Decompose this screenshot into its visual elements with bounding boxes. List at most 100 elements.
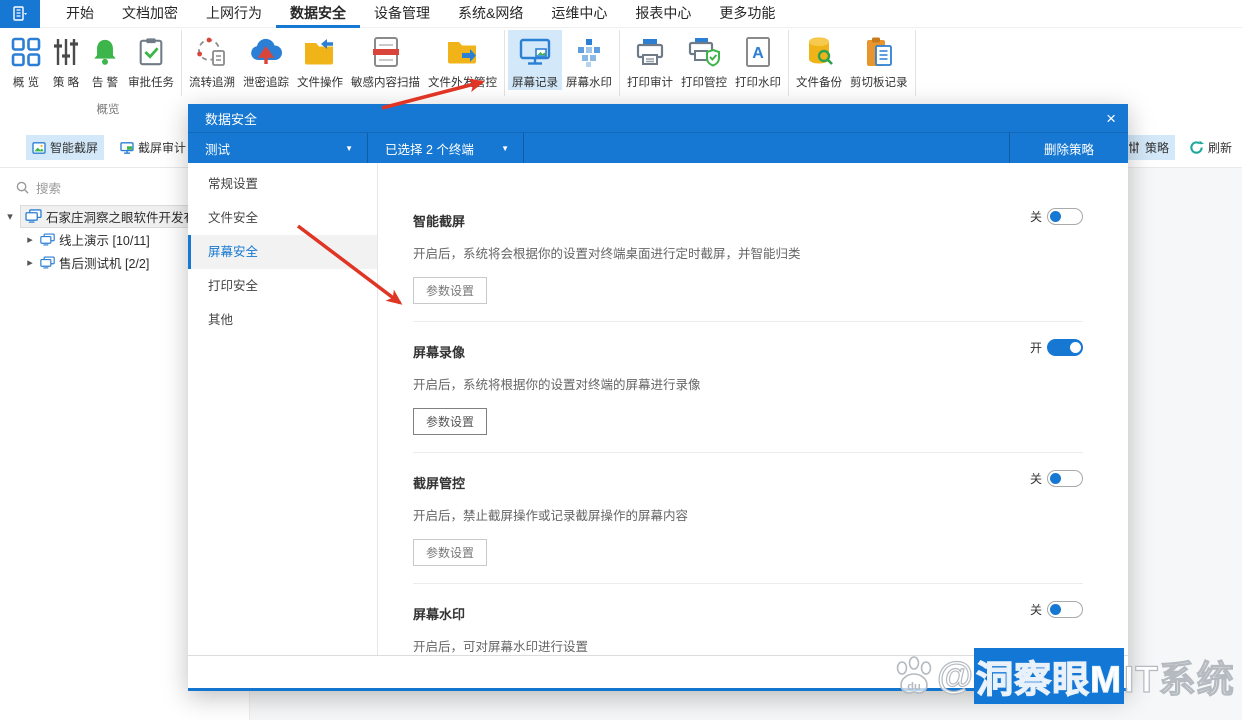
toggle-switch[interactable] bbox=[1047, 208, 1083, 225]
dialog-body: 常规设置 文件安全 屏幕安全 打印安全 其他 智能截屏 开启后，系统将会根据你的… bbox=[188, 163, 1128, 655]
ribbon-item-print-watermark[interactable]: A 打印水印 bbox=[731, 30, 785, 90]
ribbon-item-clipboard-record[interactable]: 剪切板记录 bbox=[846, 30, 912, 90]
search-placeholder: 搜索 bbox=[36, 178, 61, 197]
nav-other[interactable]: 其他 bbox=[188, 303, 377, 337]
param-settings-button[interactable]: 参数设置 bbox=[413, 408, 487, 435]
capture-audit-label: 截屏审计 bbox=[138, 139, 186, 156]
ribbon-separator bbox=[915, 30, 916, 96]
ribbon-item-label: 屏幕记录 bbox=[512, 74, 558, 90]
tab-web-behavior[interactable]: 上网行为 bbox=[192, 0, 276, 28]
ribbon-item-label: 流转追溯 bbox=[189, 74, 235, 90]
tab-start[interactable]: 开始 bbox=[52, 0, 108, 28]
ribbon-item-label: 告 警 bbox=[92, 74, 118, 90]
ribbon-item-approval-tasks[interactable]: 审批任务 bbox=[124, 30, 178, 90]
ribbon-separator bbox=[788, 30, 789, 96]
param-settings-button[interactable]: 参数设置 bbox=[413, 277, 487, 304]
section-smart-capture: 智能截屏 开启后，系统将会根据你的设置对终端桌面进行定时截屏，并智能归类 参数设… bbox=[378, 191, 1128, 322]
dialog-title: 数据安全 bbox=[205, 109, 257, 128]
ribbon-item-print-control[interactable]: 打印管控 bbox=[677, 30, 731, 90]
ribbon-item-print-audit[interactable]: 打印审计 bbox=[623, 30, 677, 90]
chevron-down-icon[interactable]: ▾ bbox=[4, 210, 16, 223]
close-icon[interactable]: × bbox=[1106, 104, 1116, 133]
ribbon-item-label: 文件操作 bbox=[297, 74, 343, 90]
tab-ops-center[interactable]: 运维中心 bbox=[537, 0, 621, 28]
toggle-knob bbox=[1050, 211, 1061, 222]
computers-icon bbox=[25, 209, 42, 223]
app-menu-button[interactable] bbox=[0, 0, 40, 28]
circulation-trace-icon bbox=[196, 33, 228, 71]
capture-audit-button[interactable]: 截屏审计 bbox=[114, 135, 192, 160]
section-description: 开启后，系统将会根据你的设置对终端桌面进行定时截屏，并智能归类 bbox=[413, 243, 1083, 262]
delete-policy-button[interactable]: 删除策略 bbox=[1010, 133, 1128, 163]
nav-general-settings[interactable]: 常规设置 bbox=[188, 167, 377, 201]
tab-device-management[interactable]: 设备管理 bbox=[360, 0, 444, 28]
nav-screen-security[interactable]: 屏幕安全 bbox=[188, 235, 377, 269]
policy-sliders-icon bbox=[1127, 141, 1141, 154]
screen-record-monitor-icon bbox=[518, 33, 552, 71]
tab-system-network[interactable]: 系统&网络 bbox=[444, 0, 537, 28]
monitor-icon bbox=[120, 142, 134, 154]
refresh-button[interactable]: 刷新 bbox=[1183, 135, 1238, 160]
tab-data-security[interactable]: 数据安全 bbox=[276, 0, 360, 28]
ribbon-item-leak-tracking[interactable]: 泄密追踪 bbox=[239, 30, 293, 90]
ribbon-item-circulation-trace[interactable]: 流转追溯 bbox=[185, 30, 239, 90]
leak-tracking-cloud-icon bbox=[249, 33, 283, 71]
tab-doc-encryption[interactable]: 文档加密 bbox=[108, 0, 192, 28]
image-icon bbox=[32, 142, 46, 154]
ribbon-item-alert[interactable]: 告 警 bbox=[86, 30, 124, 90]
section-description: 开启后，可对屏幕水印进行设置 bbox=[413, 636, 1083, 655]
param-settings-button[interactable]: 参数设置 bbox=[413, 539, 487, 566]
tab-report-center[interactable]: 报表中心 bbox=[621, 0, 705, 28]
file-operation-folder-icon bbox=[303, 33, 337, 71]
ribbon-item-sensitive-content-scan[interactable]: 敏感内容扫描 bbox=[347, 30, 424, 90]
dialog-nav: 常规设置 文件安全 屏幕安全 打印安全 其他 bbox=[188, 163, 378, 655]
ribbon-item-label: 审批任务 bbox=[128, 74, 174, 90]
policy-button[interactable]: 策略 bbox=[1121, 135, 1175, 160]
section-description: 开启后，系统将根据你的设置对终端的屏幕进行录像 bbox=[413, 374, 1083, 393]
ribbon-item-screen-watermark[interactable]: 屏幕水印 bbox=[562, 30, 616, 90]
refresh-label: 刷新 bbox=[1208, 139, 1232, 156]
toggle-switch[interactable] bbox=[1047, 339, 1083, 356]
data-security-dialog: 数据安全 × 测试 ▼ 已选择 2 个终端 ▼ 删除策略 常规设置 文件安全 屏… bbox=[188, 104, 1128, 691]
toggle-capture-control: 关 bbox=[1030, 470, 1083, 487]
menu-tabs: 开始 文档加密 上网行为 数据安全 设备管理 系统&网络 运维中心 报表中心 更… bbox=[52, 0, 789, 27]
ribbon-item-policy[interactable]: 策 略 bbox=[46, 30, 86, 90]
section-title: 屏幕录像 bbox=[413, 342, 1083, 361]
dialog-selector-bar: 测试 ▼ 已选择 2 个终端 ▼ 删除策略 bbox=[188, 133, 1128, 163]
app-logo-icon bbox=[11, 5, 29, 23]
toggle-state-label: 关 bbox=[1030, 470, 1042, 487]
print-audit-printer-icon bbox=[634, 33, 666, 71]
toggle-knob bbox=[1050, 604, 1061, 615]
chevron-right-icon[interactable]: ▸ bbox=[24, 233, 36, 246]
terminals-dropdown[interactable]: 已选择 2 个终端 ▼ bbox=[368, 133, 524, 163]
ribbon-item-overview[interactable]: 概 览 bbox=[6, 30, 46, 90]
smart-capture-button[interactable]: 智能截屏 bbox=[26, 135, 104, 160]
nav-print-security[interactable]: 打印安全 bbox=[188, 269, 377, 303]
ribbon-separator bbox=[619, 30, 620, 96]
ribbon-item-file-backup[interactable]: 文件备份 bbox=[792, 30, 846, 90]
file-outgoing-folder-icon bbox=[446, 33, 480, 71]
toggle-smart-capture: 关 bbox=[1030, 208, 1083, 225]
toolbar-right-group: 策略 刷新 bbox=[1121, 135, 1238, 160]
nav-file-security[interactable]: 文件安全 bbox=[188, 201, 377, 235]
ribbon-item-label: 屏幕水印 bbox=[566, 74, 612, 90]
dialog-footer bbox=[188, 655, 1128, 688]
ribbon-item-screen-record[interactable]: 屏幕记录 bbox=[508, 30, 562, 90]
toggle-switch[interactable] bbox=[1047, 470, 1083, 487]
section-capture-control: 截屏管控 开启后，禁止截屏操作或记录截屏操作的屏幕内容 参数设置 关 bbox=[378, 453, 1128, 584]
toggle-knob bbox=[1050, 473, 1061, 484]
tab-more-functions[interactable]: 更多功能 bbox=[705, 0, 789, 28]
ribbon-item-file-outgoing-control[interactable]: 文件外发管控 bbox=[424, 30, 501, 90]
chevron-right-icon[interactable]: ▸ bbox=[24, 256, 36, 269]
toggle-switch[interactable] bbox=[1047, 601, 1083, 618]
screen-watermark-pattern-icon bbox=[573, 33, 605, 71]
terminals-dropdown-value: 已选择 2 个终端 bbox=[385, 139, 474, 158]
policy-dropdown[interactable]: 测试 ▼ bbox=[188, 133, 368, 163]
ribbon-item-file-operation[interactable]: 文件操作 bbox=[293, 30, 347, 90]
ribbon-item-label: 策 略 bbox=[53, 74, 79, 90]
ribbon-item-label: 文件备份 bbox=[796, 74, 842, 90]
sensitive-scan-icon bbox=[371, 33, 401, 71]
ribbon-item-label: 打印审计 bbox=[627, 74, 673, 90]
ribbon-item-label: 概 览 bbox=[13, 74, 39, 90]
overview-grid-icon bbox=[10, 33, 42, 71]
